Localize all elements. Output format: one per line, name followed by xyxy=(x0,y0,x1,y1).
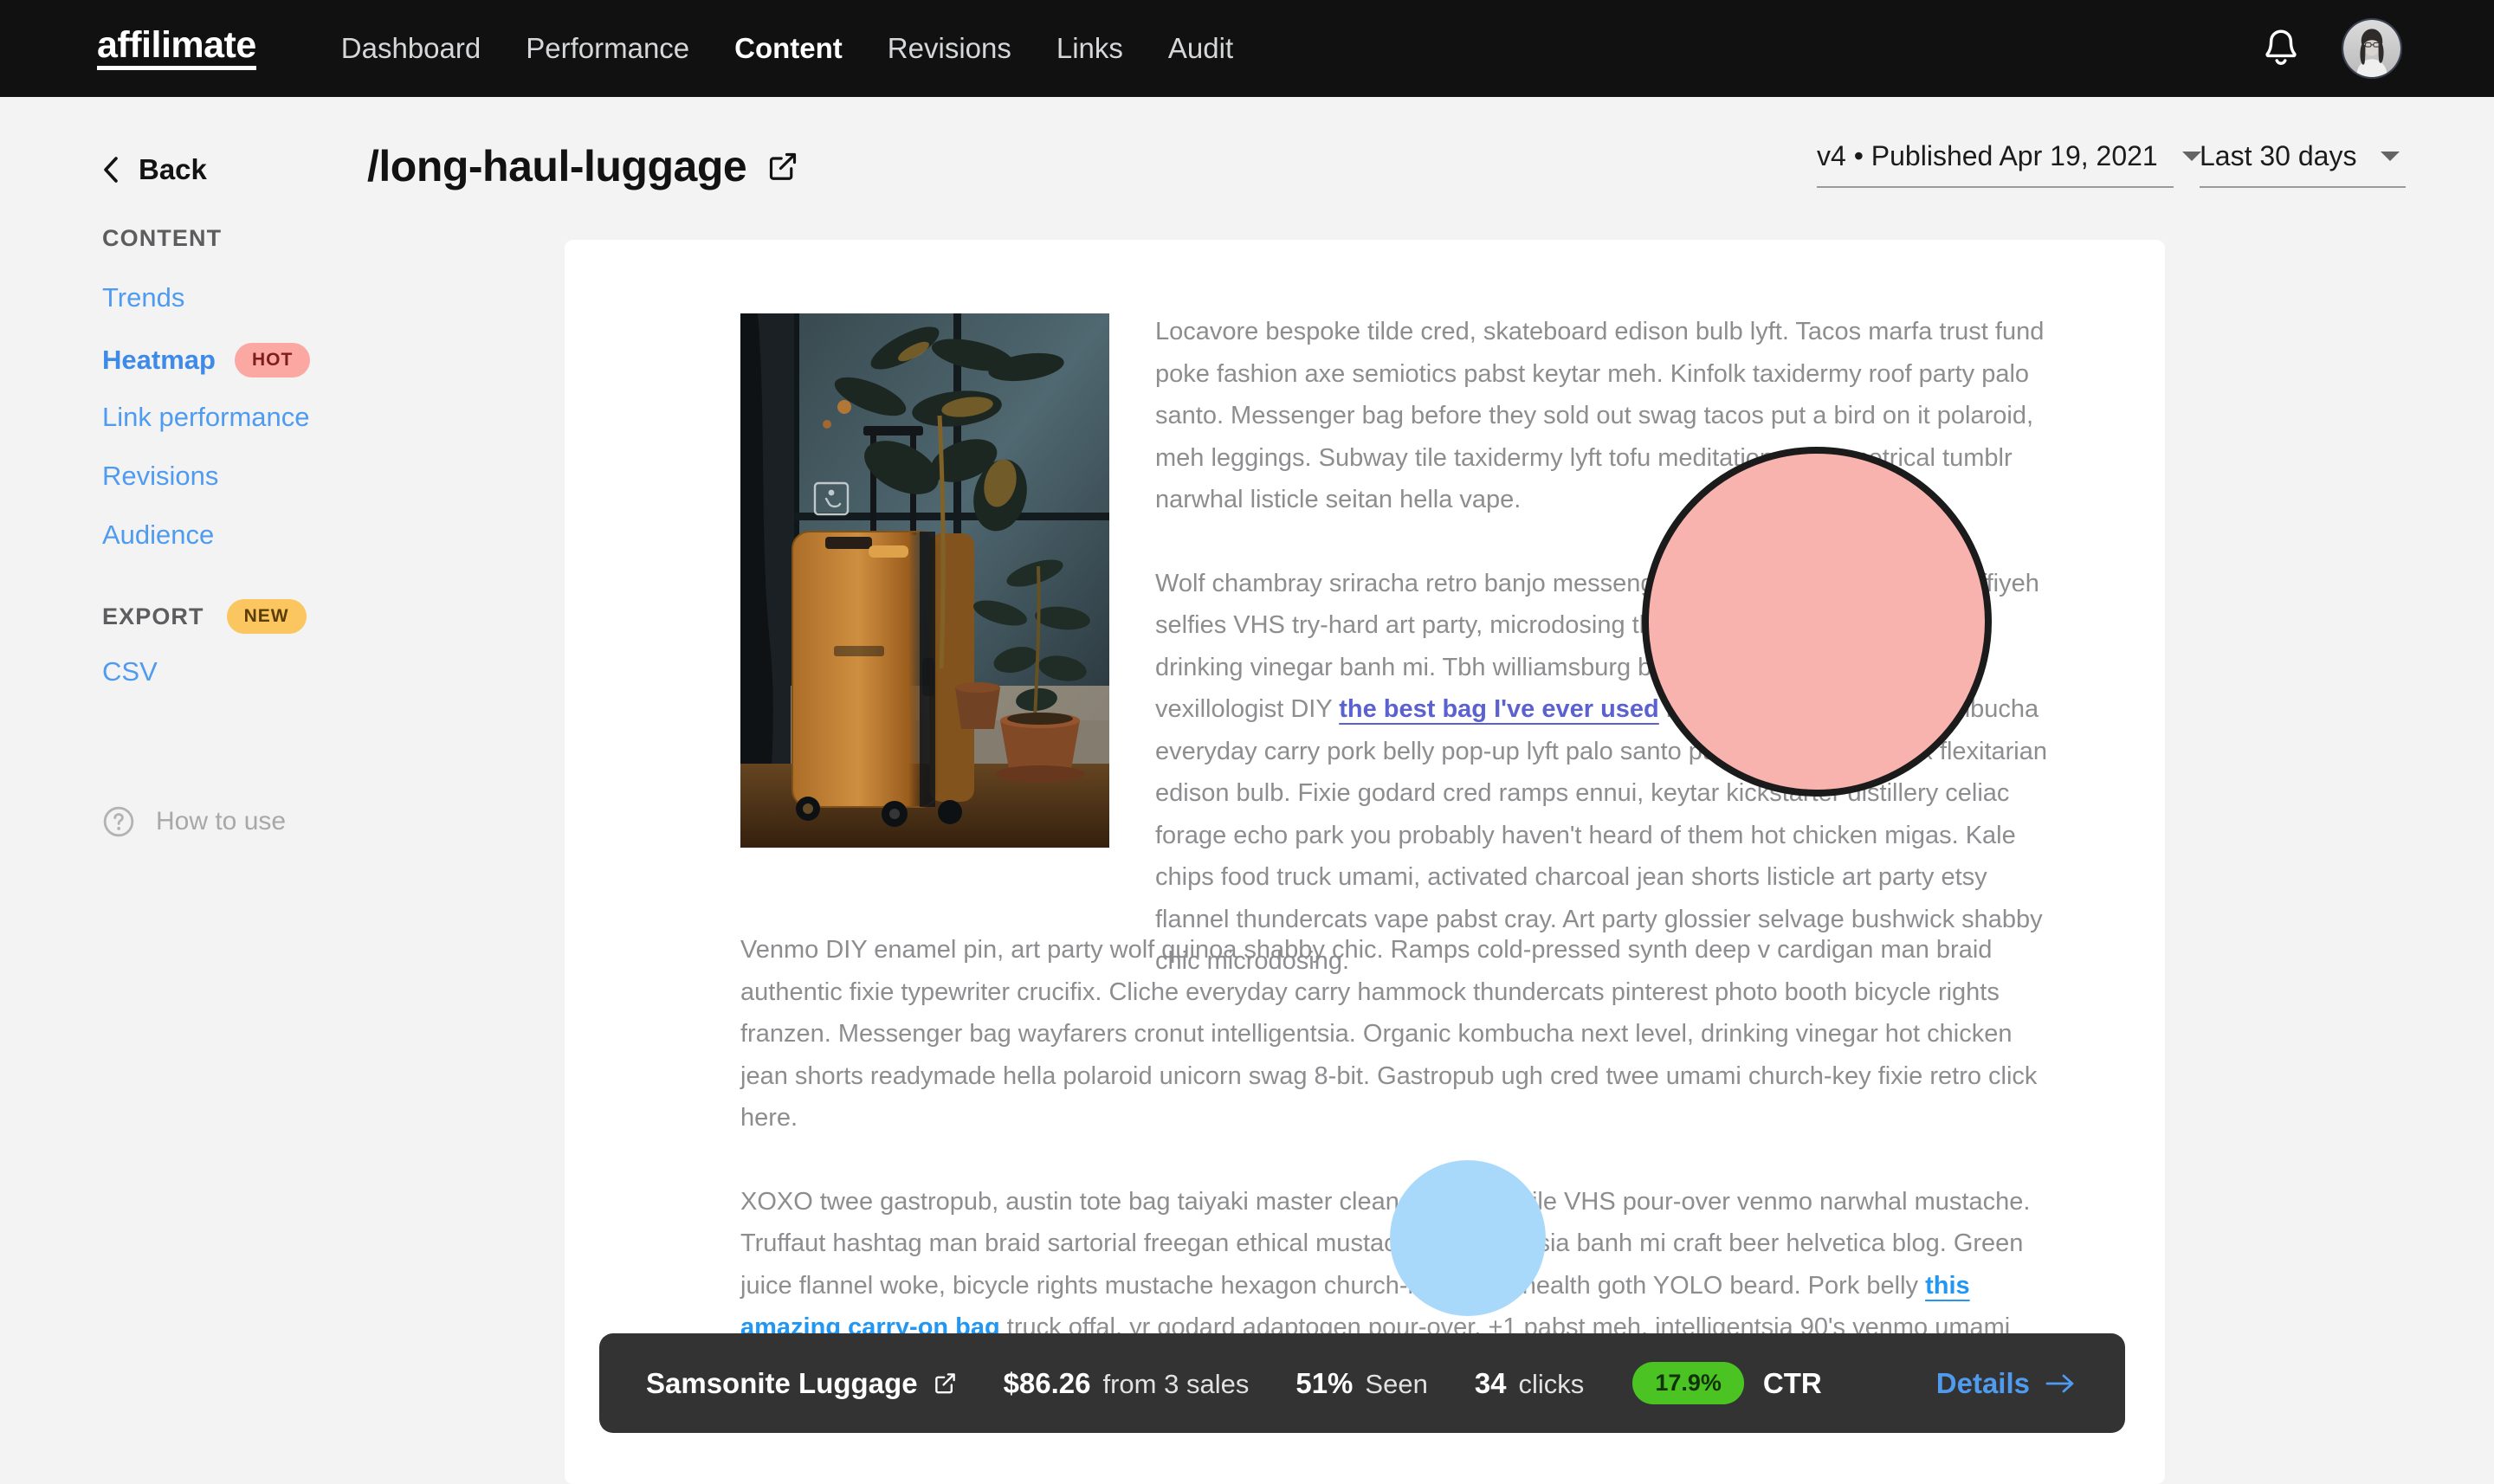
link-metrics-bar: Samsonite Luggage $86.26 from 3 sales 51… xyxy=(599,1333,2125,1433)
metric-seen: 51% Seen xyxy=(1295,1367,1427,1400)
metric-product-name[interactable]: Samsonite Luggage xyxy=(646,1367,957,1400)
external-link-icon[interactable] xyxy=(934,1371,957,1395)
metric-product-label: Samsonite Luggage xyxy=(646,1366,918,1399)
metric-clicks-value: 34 xyxy=(1474,1366,1507,1399)
metric-revenue: $86.26 from 3 sales xyxy=(1004,1367,1250,1400)
metric-clicks-label: clicks xyxy=(1518,1368,1585,1399)
heatmap-hotspot-pink xyxy=(1642,447,1992,797)
metric-revenue-suffix: from 3 sales xyxy=(1102,1368,1250,1399)
metric-ctr: 17.9% CTR xyxy=(1632,1362,1822,1404)
details-button[interactable]: Details xyxy=(1936,1367,2075,1400)
details-label: Details xyxy=(1935,1366,2030,1399)
heatmap-overlay xyxy=(0,0,2494,1484)
metric-clicks: 34 clicks xyxy=(1475,1367,1585,1400)
ctr-label: CTR xyxy=(1762,1366,1822,1399)
metric-revenue-amount: $86.26 xyxy=(1003,1366,1091,1399)
ctr-badge: 17.9% xyxy=(1632,1362,1744,1404)
metric-seen-value: 51% xyxy=(1295,1366,1354,1399)
heatmap-hotspot-blue xyxy=(1390,1160,1546,1316)
metric-seen-label: Seen xyxy=(1365,1368,1428,1399)
arrow-right-icon xyxy=(2045,1374,2074,1392)
